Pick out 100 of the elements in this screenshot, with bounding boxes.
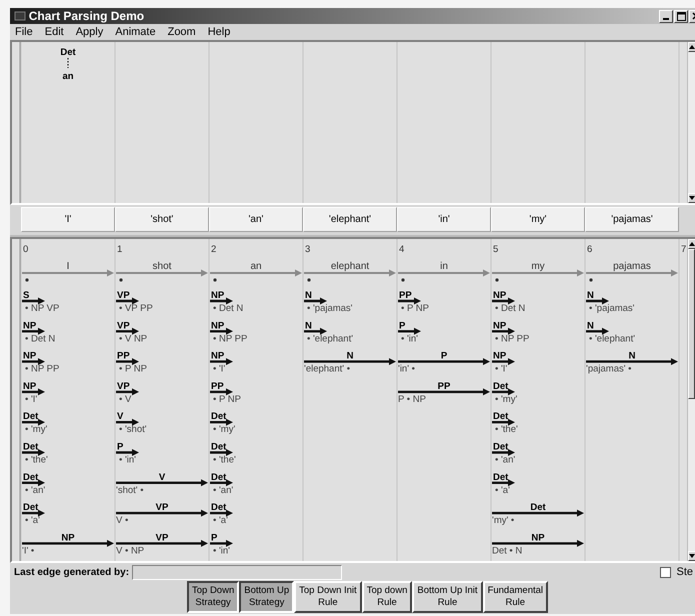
scroll-up-icon[interactable]: [689, 45, 695, 49]
token-box: 'in': [397, 207, 491, 232]
edge-arrow: [210, 388, 233, 396]
maximize-button[interactable]: [674, 10, 688, 22]
edge-rule: V • NP: [116, 545, 144, 556]
edge-arrow: [22, 479, 45, 486]
edge-arrow: [492, 449, 515, 456]
edge-label: Det: [211, 472, 226, 483]
word-label: my: [531, 261, 545, 272]
dot-marker: [25, 278, 29, 282]
step-label[interactable]: Ste: [676, 564, 693, 580]
edge-arrow: [22, 388, 45, 396]
scrollbar[interactable]: [687, 42, 695, 203]
strategy-button[interactable]: Top Down Init Rule: [294, 581, 362, 613]
edge-rule: • 'elephant': [589, 333, 636, 344]
edge-arrow: [492, 358, 515, 366]
minimize-button[interactable]: [659, 10, 673, 22]
edge-label: VP: [117, 380, 130, 392]
edge-arrow: [22, 510, 45, 517]
strategy-button[interactable]: Top Down Strategy: [186, 581, 240, 613]
edge-rule: • 'an': [495, 454, 516, 466]
edge-label: Det: [493, 472, 508, 483]
edge-rule: 'I' •: [22, 545, 34, 556]
dot-marker: [213, 278, 217, 282]
edge-rule: • 'a': [25, 515, 40, 526]
edge-rule: • 'pajamas': [307, 303, 353, 314]
edge-label: P: [211, 532, 218, 544]
edge-arrow: [116, 358, 139, 366]
edge-rule: • 'I': [495, 364, 508, 375]
strategy-button[interactable]: Bottom Up Init Rule: [412, 581, 483, 613]
edge-arrow: [22, 449, 45, 456]
edge-label: V: [158, 472, 166, 483]
edge-arrow: [210, 540, 233, 547]
menu-item[interactable]: Zoom: [168, 24, 196, 40]
edge-label: PP: [211, 380, 224, 392]
edge-arrow: [116, 388, 139, 396]
menu-item[interactable]: Help: [208, 24, 230, 40]
edge-rule: • P NP: [119, 364, 147, 375]
word-label: elephant: [330, 261, 370, 272]
dot-marker: [307, 278, 311, 282]
tree-label: Det: [60, 47, 76, 58]
menu-item[interactable]: Animate: [115, 24, 156, 40]
edge-arrow: [492, 328, 515, 335]
strategy-button[interactable]: Bottom Up Strategy: [239, 581, 294, 613]
edge-label: Det: [530, 502, 546, 514]
strategy-button[interactable]: Fundamental Rule: [482, 581, 548, 613]
edge-rule: • 'the': [213, 454, 236, 466]
edge-label: Det: [23, 442, 38, 452]
menu-item[interactable]: Edit: [44, 24, 64, 40]
edge-rule: • 'an': [213, 484, 234, 496]
edge-arrow: [210, 510, 233, 517]
edge-arrow: [116, 449, 139, 456]
edge-label: Det: [493, 380, 508, 392]
edge-arrow: [22, 328, 45, 335]
scroll-down-icon[interactable]: [689, 554, 695, 558]
position-number: 2: [211, 244, 216, 255]
tree-label: an: [62, 71, 74, 82]
token-box: 'shot': [115, 207, 209, 232]
edge-label: PP: [438, 380, 450, 392]
app-icon: [14, 10, 26, 22]
edge-label: Det: [493, 411, 508, 422]
edge-rule: 'my' •: [492, 515, 514, 526]
edge-rule: • 'the': [495, 424, 518, 436]
edge-rule: • 'elephant': [307, 333, 354, 344]
edge-label: NP: [23, 320, 36, 332]
edge-rule: • 'pajamas': [589, 303, 635, 314]
edge-rule: • 'shot': [119, 424, 147, 436]
edge-label: PP: [399, 290, 412, 301]
edge-rule: • P NP: [401, 303, 429, 314]
edge-arrow: [210, 298, 233, 304]
edge-arrow: [22, 418, 45, 426]
word-label: I: [66, 261, 70, 272]
edge-rule: • Det N: [213, 303, 244, 314]
dot-marker: [589, 278, 593, 282]
step-checkbox[interactable]: [660, 566, 672, 578]
menu-item[interactable]: File: [15, 24, 33, 40]
scroll-down-icon[interactable]: [689, 196, 695, 200]
menu-item[interactable]: Apply: [76, 24, 104, 40]
edge-rule: • 'an': [25, 484, 46, 496]
strategy-button[interactable]: Top down Rule: [362, 581, 412, 613]
edge-label: NP: [531, 532, 545, 544]
edge-rule: 'elephant' •: [304, 364, 350, 375]
scroll-up-icon[interactable]: [689, 242, 695, 246]
position-number: 0: [23, 244, 28, 255]
edge-arrow: [116, 298, 139, 304]
word-label: an: [250, 261, 262, 272]
edge-arrow: [492, 298, 515, 304]
scrollbar[interactable]: [687, 239, 695, 561]
edge-label: N: [305, 320, 312, 332]
word-label: pajamas: [613, 261, 651, 272]
word-label: shot: [152, 261, 172, 272]
edge-rule: • 'my': [213, 424, 236, 436]
edge-label: Det: [23, 502, 38, 514]
edge-rule: • 'the': [25, 454, 48, 466]
position-number: 5: [493, 244, 498, 255]
edge-arrow: [210, 358, 233, 366]
token-box: 'my': [491, 207, 585, 232]
edge-rule: • VP PP: [119, 303, 153, 314]
dot-marker: [401, 278, 405, 282]
edge-label: P: [399, 320, 406, 332]
